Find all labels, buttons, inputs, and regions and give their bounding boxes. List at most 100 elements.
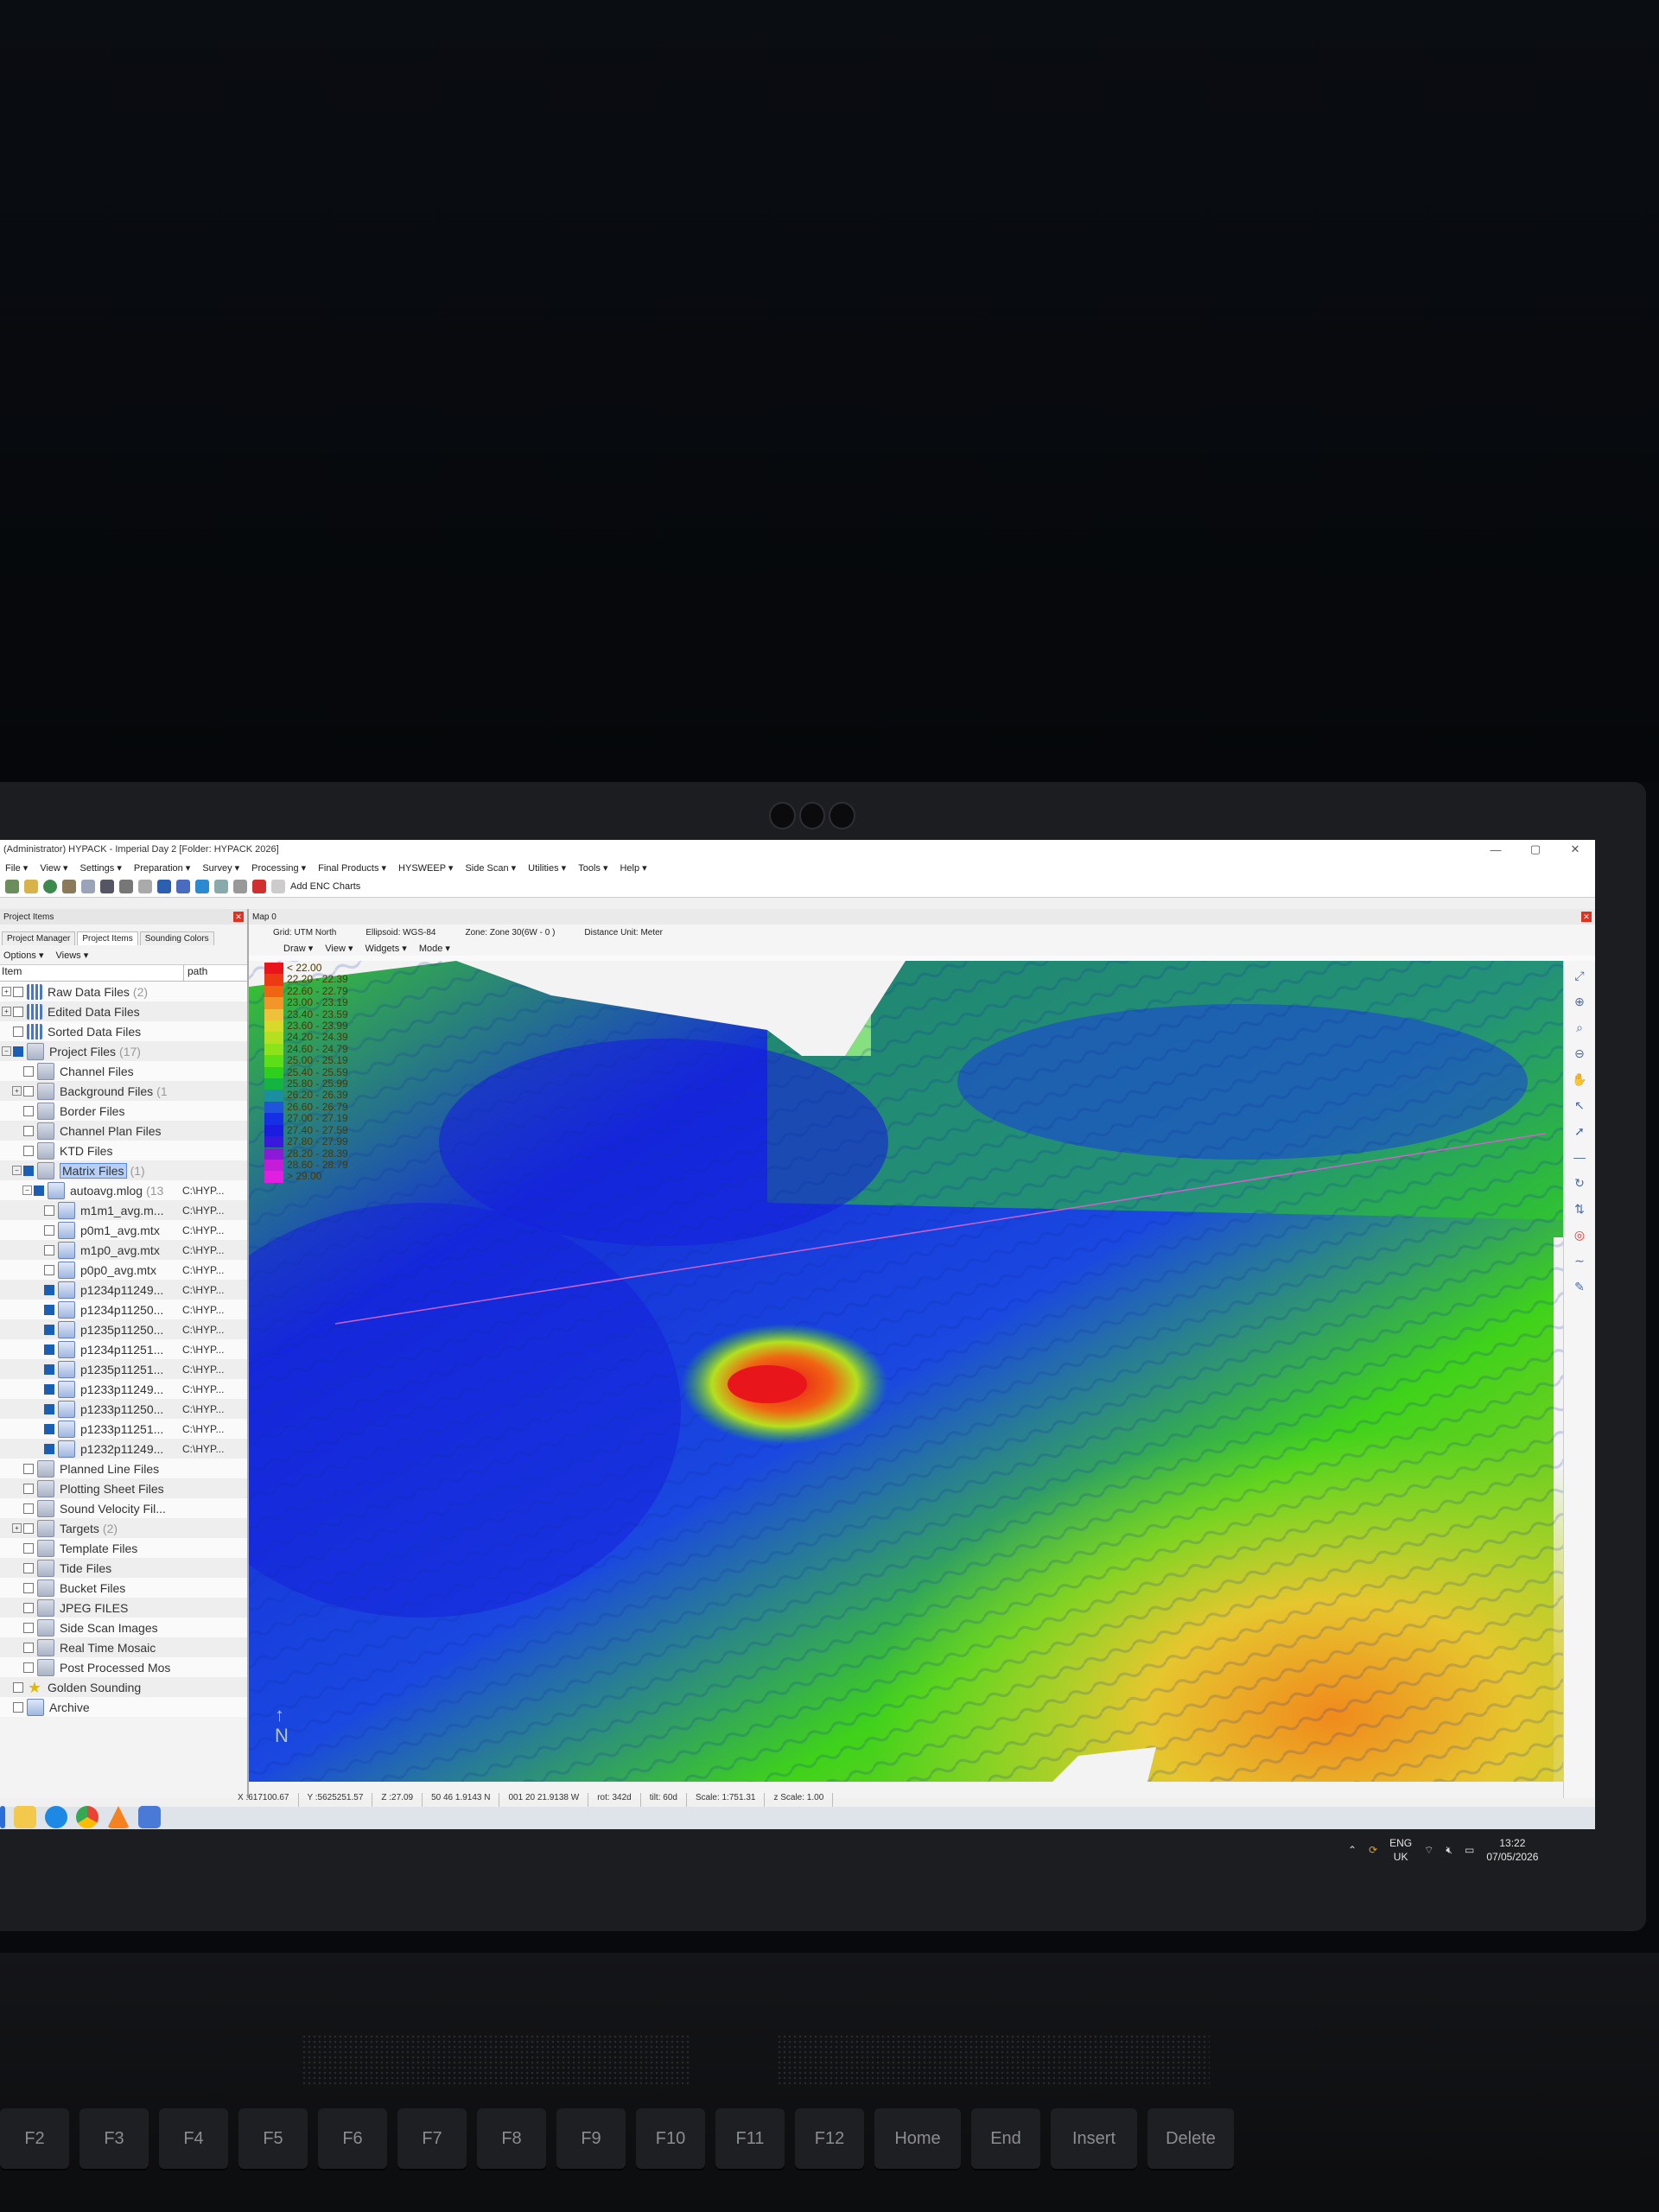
- line-icon[interactable]: ∼: [1572, 1253, 1587, 1268]
- tree-checkbox[interactable]: [23, 1642, 34, 1653]
- menu-item[interactable]: Processing ▾: [251, 862, 306, 874]
- tree-checkbox[interactable]: [13, 1046, 23, 1057]
- tree-row[interactable]: ★ Golden Sounding: [0, 1677, 247, 1697]
- menu-item[interactable]: HYSWEEP ▾: [398, 862, 453, 874]
- tree-row[interactable]: Template Files: [0, 1538, 247, 1558]
- tree-row[interactable]: Channel Files: [0, 1061, 247, 1081]
- tree-row[interactable]: + Raw Data Files (2): [0, 982, 247, 1001]
- menu-item[interactable]: Help ▾: [620, 862, 646, 874]
- tree-checkbox[interactable]: [44, 1224, 54, 1236]
- tree-row[interactable]: Side Scan Images: [0, 1618, 247, 1637]
- options-dropdown[interactable]: Options ▾: [3, 950, 44, 961]
- enc-icon[interactable]: [252, 880, 266, 893]
- map-menu-item[interactable]: Widgets ▾: [365, 943, 406, 954]
- tree-row[interactable]: p1235p11250... C:\HYP...: [0, 1319, 247, 1339]
- tree-row[interactable]: Planned Line Files: [0, 1459, 247, 1478]
- globe-icon[interactable]: [43, 880, 57, 893]
- tree-checkbox[interactable]: [44, 1304, 54, 1315]
- tree-checkbox[interactable]: [23, 1562, 34, 1573]
- pointer-icon[interactable]: ➚: [1572, 1123, 1587, 1139]
- tree-checkbox[interactable]: [13, 1681, 23, 1693]
- tree-row[interactable]: p1233p11249... C:\HYP...: [0, 1379, 247, 1399]
- tree-checkbox[interactable]: [23, 1065, 34, 1077]
- map-tab[interactable]: Map 0: [252, 912, 276, 922]
- expand-toggle-icon[interactable]: −: [22, 1185, 32, 1195]
- tree-row[interactable]: Sorted Data Files: [0, 1021, 247, 1041]
- tree-checkbox[interactable]: [23, 1483, 34, 1494]
- tree-checkbox[interactable]: [23, 1522, 34, 1534]
- tree-checkbox[interactable]: [23, 1145, 34, 1156]
- measure-icon[interactable]: —: [1572, 1149, 1587, 1165]
- minimize-button[interactable]: —: [1476, 843, 1516, 856]
- tree-row[interactable]: m1p0_avg.mtx C:\HYP...: [0, 1240, 247, 1260]
- expand-toggle-icon[interactable]: +: [12, 1523, 22, 1533]
- bathymetry-map[interactable]: < 22.00 22.20 - 22.39 22.60 - 22.79 23.00 -…: [249, 961, 1564, 1798]
- tree-row[interactable]: Archive: [0, 1697, 247, 1717]
- tree-row[interactable]: Real Time Mosaic: [0, 1637, 247, 1657]
- maximize-button[interactable]: ▢: [1516, 842, 1555, 856]
- sync-icon[interactable]: ⟳: [1369, 1844, 1377, 1856]
- tree-checkbox[interactable]: [23, 1125, 34, 1136]
- menu-item[interactable]: Final Products ▾: [318, 862, 386, 874]
- layers-icon[interactable]: [119, 880, 133, 893]
- tree-row[interactable]: + Edited Data Files: [0, 1001, 247, 1021]
- tree-row[interactable]: − Matrix Files (1): [0, 1160, 247, 1180]
- tree-row[interactable]: Border Files: [0, 1101, 247, 1121]
- map-menu-item[interactable]: View ▾: [325, 943, 353, 954]
- language-indicator[interactable]: ENG UK: [1389, 1836, 1412, 1864]
- chart-icon[interactable]: [214, 880, 228, 893]
- select-icon[interactable]: ↖: [1572, 1097, 1587, 1113]
- edge-icon[interactable]: [45, 1806, 67, 1828]
- tree-row[interactable]: Post Processed Mos: [0, 1657, 247, 1677]
- zoom-out-icon[interactable]: ⊖: [1572, 1046, 1587, 1061]
- tree-checkbox[interactable]: [13, 1701, 23, 1713]
- fit-icon[interactable]: ⤢: [1572, 968, 1587, 983]
- panel-close-icon[interactable]: ✕: [233, 912, 244, 922]
- tree-row[interactable]: p1234p11249... C:\HYP...: [0, 1280, 247, 1300]
- menu-item[interactable]: Settings ▾: [80, 862, 122, 874]
- rotate-icon[interactable]: ↻: [1572, 1175, 1587, 1191]
- menu-item[interactable]: Side Scan ▾: [465, 862, 516, 874]
- tree-row[interactable]: p0p0_avg.mtx C:\HYP...: [0, 1260, 247, 1280]
- tree-row[interactable]: − Project Files (17): [0, 1041, 247, 1061]
- zoom-in-icon[interactable]: ⊕: [1572, 994, 1587, 1009]
- tree-checkbox[interactable]: [23, 1503, 34, 1514]
- tree-checkbox[interactable]: [13, 1006, 23, 1017]
- tree-checkbox[interactable]: [34, 1185, 44, 1196]
- map-icon[interactable]: [157, 880, 171, 893]
- tree-row[interactable]: p1233p11250... C:\HYP...: [0, 1399, 247, 1419]
- expand-toggle-icon[interactable]: −: [12, 1166, 22, 1175]
- grid-icon[interactable]: [138, 880, 152, 893]
- column-item[interactable]: Item: [0, 965, 184, 981]
- open-icon[interactable]: [24, 880, 38, 893]
- tree-row[interactable]: − autoavg.mlog (13 C:\HYP...: [0, 1180, 247, 1200]
- shape-icon[interactable]: [271, 880, 285, 893]
- tree-checkbox[interactable]: [13, 986, 23, 997]
- expand-toggle-icon[interactable]: +: [2, 1007, 11, 1016]
- panel-tab[interactable]: Sounding Colors: [139, 931, 214, 945]
- edit-icon[interactable]: [81, 880, 95, 893]
- tree-checkbox[interactable]: [44, 1383, 54, 1395]
- tree-row[interactable]: Bucket Files: [0, 1578, 247, 1598]
- speaker-muted-icon[interactable]: 🔇︎: [1446, 1844, 1452, 1857]
- column-path[interactable]: path: [184, 965, 207, 981]
- map-menu-item[interactable]: Mode ▾: [419, 943, 450, 954]
- expand-toggle-icon[interactable]: −: [2, 1046, 11, 1056]
- menu-item[interactable]: Utilities ▾: [528, 862, 566, 874]
- pan-hand-icon[interactable]: ✋: [1572, 1071, 1587, 1087]
- tree-checkbox[interactable]: [44, 1423, 54, 1434]
- tree-row[interactable]: + Targets (2): [0, 1518, 247, 1538]
- tree-row[interactable]: Channel Plan Files: [0, 1121, 247, 1141]
- tree-row[interactable]: Plotting Sheet Files: [0, 1478, 247, 1498]
- zoom-icon[interactable]: ⌕: [1572, 1020, 1587, 1035]
- menu-item[interactable]: Preparation ▾: [134, 862, 190, 874]
- menu-item[interactable]: Survey ▾: [202, 862, 239, 874]
- tree-row[interactable]: Sound Velocity Fil...: [0, 1498, 247, 1518]
- tree-checkbox[interactable]: [44, 1205, 54, 1216]
- tree-row[interactable]: p1232p11249... C:\HYP...: [0, 1439, 247, 1459]
- tree-checkbox[interactable]: [23, 1582, 34, 1593]
- tree-checkbox[interactable]: [23, 1542, 34, 1554]
- edit-tool-icon[interactable]: ✎: [1572, 1279, 1587, 1294]
- menu-item[interactable]: Tools ▾: [578, 862, 607, 874]
- vlc-icon[interactable]: [107, 1806, 130, 1828]
